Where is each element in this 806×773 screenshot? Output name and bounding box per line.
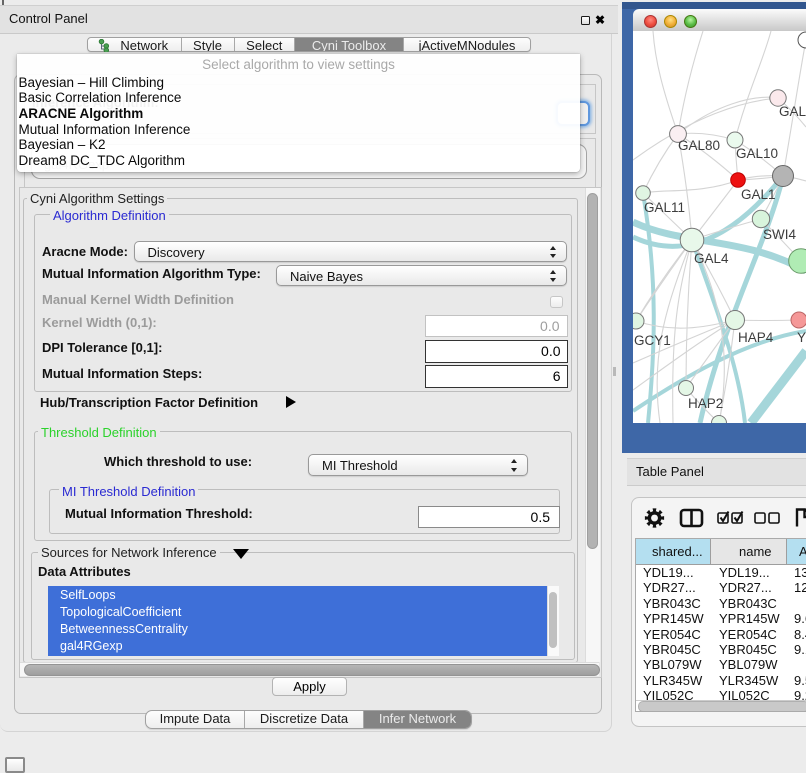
svg-text:GAL10: GAL10 [736,146,778,161]
svg-text:HAP2: HAP2 [688,396,723,411]
svg-text:Y: Y [797,330,806,345]
svg-text:GAL1: GAL1 [741,187,776,202]
svg-text:HAP4: HAP4 [738,330,774,345]
svg-text:SWI4: SWI4 [763,227,796,242]
svg-text:GCY1: GCY1 [634,333,671,348]
svg-text:GAL4: GAL4 [694,251,729,266]
svg-text:GAL: GAL [779,104,806,119]
svg-text:GAL11: GAL11 [644,200,685,215]
svg-text:GAL80: GAL80 [678,138,720,153]
